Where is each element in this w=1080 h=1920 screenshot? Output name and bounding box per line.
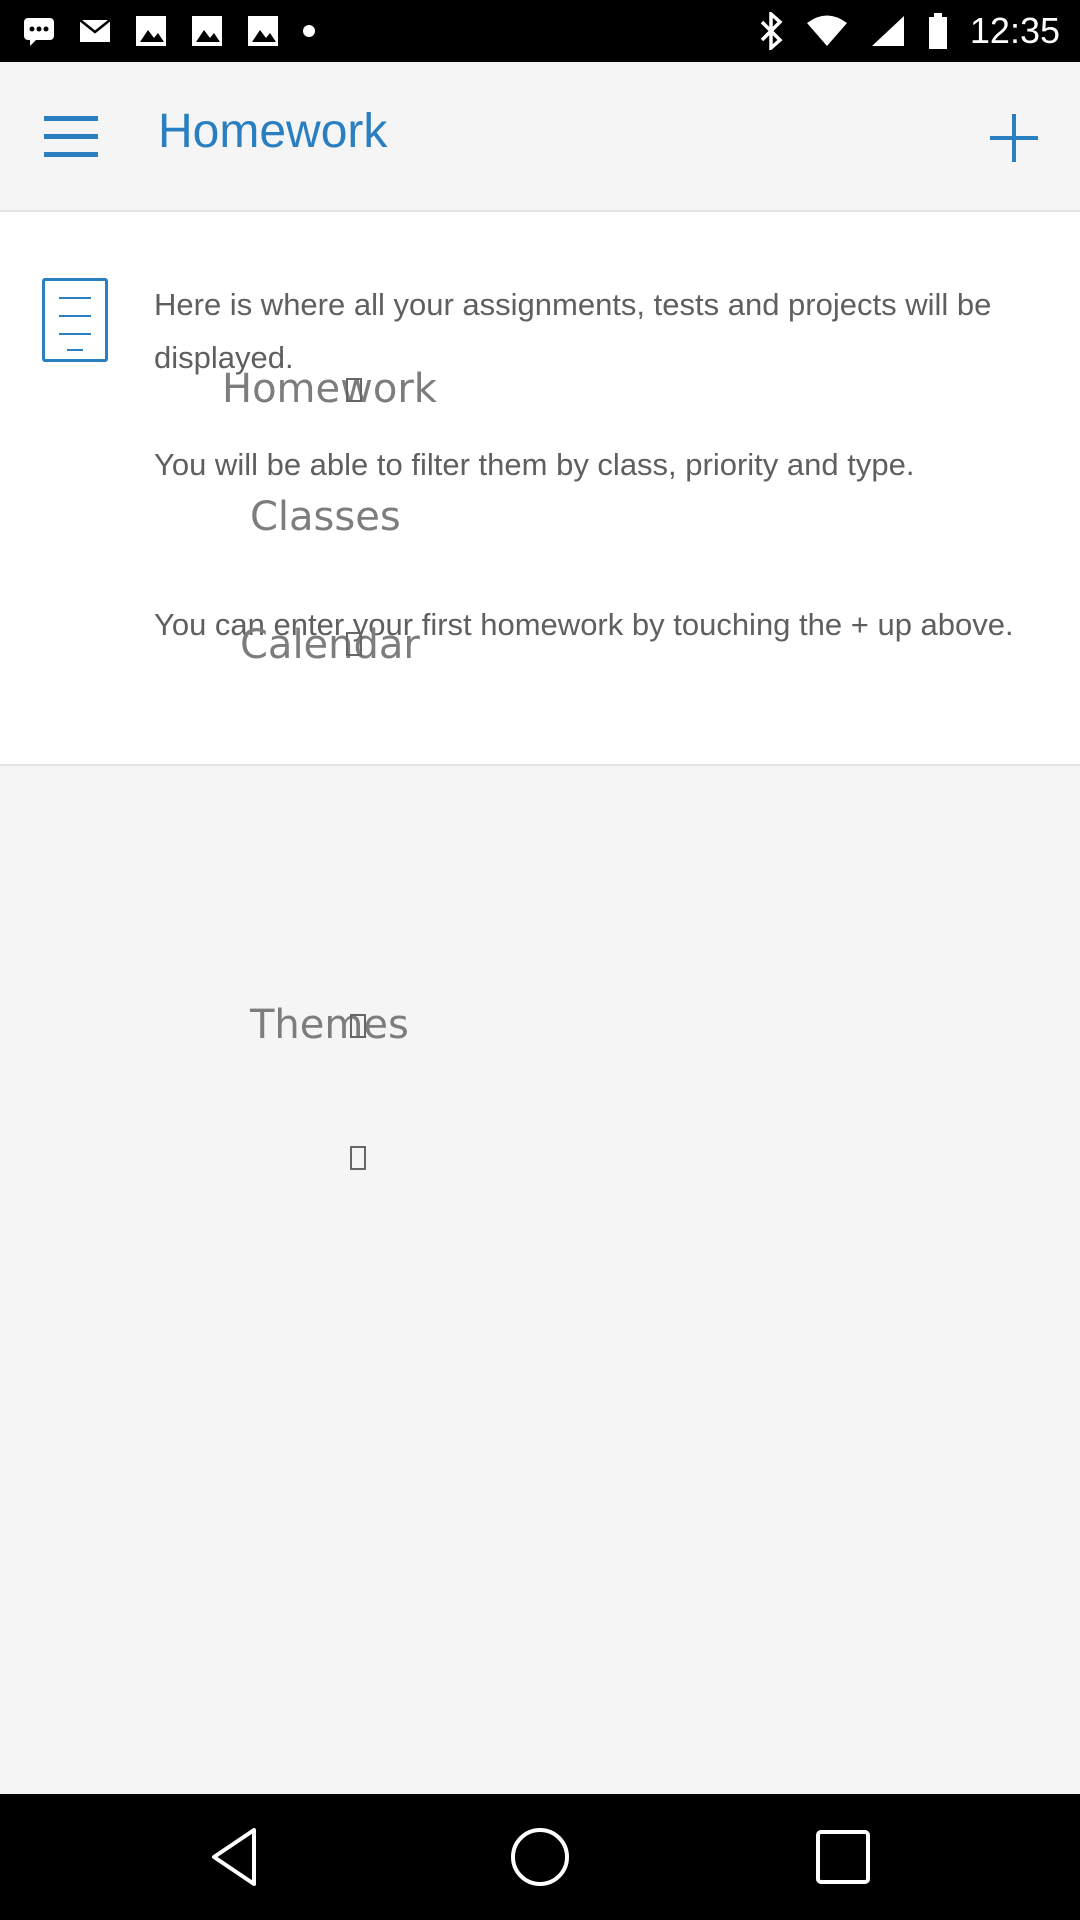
notification-icons — [22, 14, 316, 48]
hamburger-menu-icon[interactable] — [44, 116, 100, 158]
messages-icon — [24, 18, 54, 46]
missing-glyph-icon — [350, 1014, 366, 1038]
app-bar: Homework — [0, 62, 1080, 212]
wifi-icon — [806, 15, 847, 46]
add-homework-button[interactable] — [990, 114, 1038, 162]
dot-icon — [303, 25, 315, 37]
info-paragraph-2: You will be able to filter them by class… — [154, 447, 915, 482]
back-icon[interactable] — [204, 1824, 270, 1890]
drawer-item-calendar[interactable]: Calendar — [240, 622, 420, 668]
missing-glyph-icon — [346, 378, 362, 402]
page-title: Homework — [158, 105, 388, 158]
document-icon — [42, 278, 108, 362]
system-icons: 12:35 — [758, 10, 1060, 52]
image-icon — [248, 16, 278, 46]
drawer-item-themes[interactable]: Themes — [250, 1002, 409, 1048]
drawer-item-homework[interactable]: Homework — [222, 366, 437, 412]
image-icon — [136, 16, 166, 46]
home-icon[interactable] — [507, 1824, 573, 1890]
battery-icon — [928, 13, 947, 49]
screen: { "status_bar": { "time": "12:35", "left… — [0, 0, 1080, 1920]
navigation-bar — [0, 1794, 1080, 1920]
empty-state-card: Here is where all your assignments, test… — [0, 212, 1080, 766]
drawer-item-classes[interactable]: Classes — [250, 494, 401, 540]
image-icon — [192, 16, 222, 46]
missing-glyph-icon — [350, 1146, 366, 1170]
mail-icon — [79, 19, 111, 42]
status-bar: 12:35 — [0, 0, 1080, 62]
recents-icon[interactable] — [810, 1824, 876, 1890]
missing-glyph-icon — [346, 632, 362, 656]
status-time: 12:35 — [969, 10, 1060, 51]
signal-icon — [871, 16, 904, 46]
bluetooth-icon — [760, 12, 783, 50]
